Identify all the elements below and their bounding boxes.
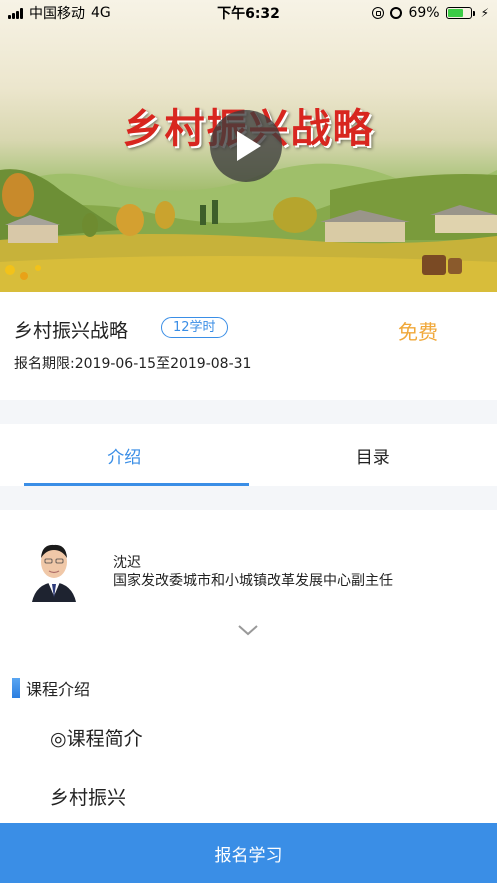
section-title: 课程介绍 — [26, 680, 91, 699]
section-divider — [0, 486, 497, 510]
lecturer-title: 国家发改委城市和小城镇改革发展中心副主任 — [113, 573, 393, 589]
enroll-period: 报名期限:2019-06-15至2019-08-31 — [14, 356, 252, 372]
course-intro-header: 课程介绍 — [12, 676, 90, 700]
section-accent-bar — [12, 678, 20, 698]
course-title: 乡村振兴战略 — [14, 320, 129, 342]
chevron-down-icon[interactable] — [238, 620, 258, 640]
signal-icon — [8, 7, 23, 19]
status-bar: 中国移动 4G 下午6:32 69% ⚡ — [0, 0, 497, 26]
enroll-button[interactable]: 报名学习 — [0, 823, 497, 883]
tab-catalog[interactable]: 目录 — [249, 424, 497, 486]
hours-badge: 12学时 — [161, 317, 228, 338]
tab-intro[interactable]: 介绍 — [0, 424, 249, 486]
charging-icon: ⚡ — [480, 6, 489, 20]
course-info: 乡村振兴战略 12学时 免费 报名期限:2019-06-15至2019-08-3… — [0, 292, 497, 400]
battery-icon — [445, 7, 475, 19]
network-label: 4G — [91, 5, 111, 21]
section-divider — [0, 400, 497, 424]
battery-percent: 69% — [408, 5, 440, 21]
clock: 下午6:32 — [217, 6, 280, 22]
tab-bar: 介绍 目录 — [0, 424, 497, 486]
orientation-lock-icon — [372, 7, 385, 19]
intro-line: 乡村振兴 — [50, 787, 127, 809]
intro-line: ◎课程简介 — [50, 728, 143, 750]
play-icon — [237, 131, 261, 161]
carrier-label: 中国移动 — [29, 6, 85, 22]
battery-fill — [447, 9, 463, 17]
alarm-icon — [390, 7, 403, 19]
avatar — [26, 538, 82, 602]
price-label: 免费 — [398, 320, 438, 344]
lecturer-name: 沈迟 — [113, 555, 141, 571]
course-banner[interactable]: 乡村振兴战略 — [0, 0, 497, 292]
play-button[interactable] — [210, 110, 282, 182]
lecturer-card: 沈迟 国家发改委城市和小城镇改革发展中心副主任 — [0, 510, 497, 655]
